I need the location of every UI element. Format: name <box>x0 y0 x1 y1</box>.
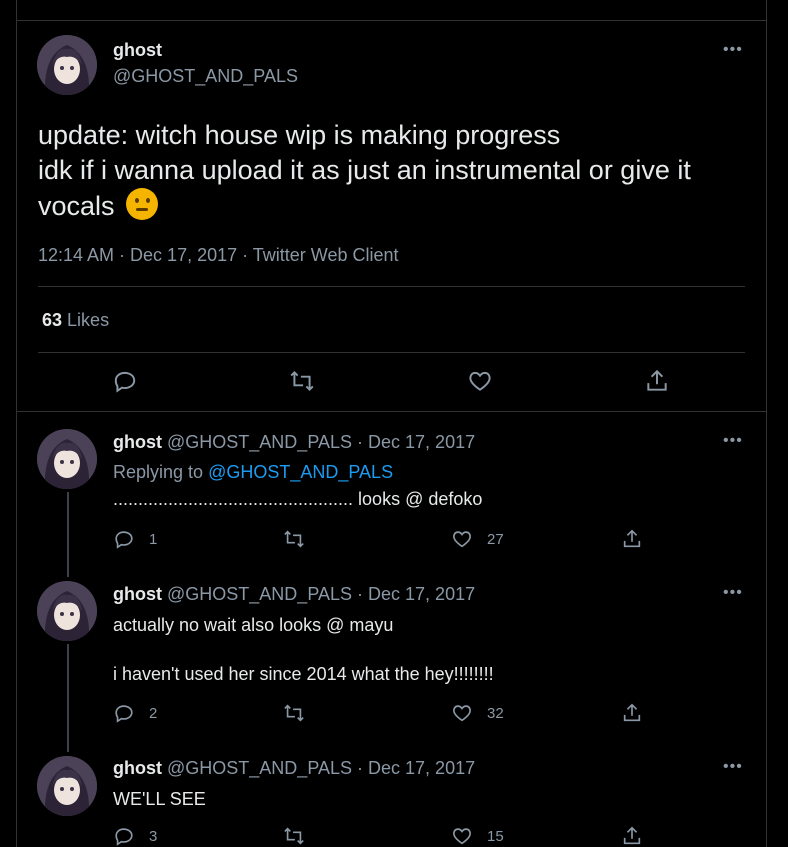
share-icon <box>623 826 641 845</box>
reply-icon <box>115 705 133 723</box>
reply-header: ghost @GHOST_AND_PALS · Dec 17, 2017 <box>113 584 475 605</box>
replying-prefix: Replying to <box>113 462 204 482</box>
reply-date[interactable]: · Dec 17, 2017 <box>357 432 475 452</box>
author-name[interactable]: ghost <box>113 584 162 604</box>
reply-text-2: i haven't used her since 2014 what the h… <box>113 664 494 684</box>
author-handle[interactable]: @GHOST_AND_PALS <box>167 432 352 452</box>
retweet-icon[interactable] <box>289 368 315 394</box>
author-handle[interactable]: @GHOST_AND_PALS <box>167 584 352 604</box>
divider <box>38 286 745 287</box>
like-icon <box>453 705 471 722</box>
retweet-button[interactable] <box>283 825 305 847</box>
tweet-timestamp[interactable]: 12:14 AM · Dec 17, 2017 · Twitter Web Cl… <box>38 245 399 266</box>
avatar[interactable] <box>37 35 97 95</box>
reply-header: ghost @GHOST_AND_PALS · Dec 17, 2017 <box>113 758 475 779</box>
reply-icon <box>115 531 133 549</box>
like-count: 32 <box>487 704 504 722</box>
share-button[interactable] <box>621 702 643 724</box>
more-icon[interactable]: ••• <box>723 433 743 449</box>
like-button[interactable]: 15 <box>451 825 504 847</box>
thinking-face-icon <box>126 188 159 220</box>
tweet-text: update: witch house wip is making progre… <box>38 118 758 224</box>
tweet-text-line: idk if i wanna upload it as just an inst… <box>38 155 691 185</box>
avatar-image <box>37 756 97 816</box>
share-icon <box>623 703 641 722</box>
top-divider <box>17 20 766 21</box>
avatar[interactable] <box>37 429 97 489</box>
reply-text: ........................................… <box>113 489 483 509</box>
like-button[interactable]: 27 <box>451 528 504 550</box>
reply-count: 1 <box>149 530 158 548</box>
reply-count: 2 <box>149 704 158 722</box>
timeline-column: ghost @GHOST_AND_PALS ••• update: witch … <box>16 0 767 847</box>
author-name[interactable]: ghost <box>113 40 162 61</box>
reply-button[interactable]: 1 <box>113 528 157 550</box>
like-icon <box>453 531 471 548</box>
divider <box>17 411 766 412</box>
retweet-button[interactable] <box>283 528 305 550</box>
reply-count: 3 <box>149 827 158 845</box>
avatar-image <box>37 35 97 95</box>
reply-header: ghost @GHOST_AND_PALS · Dec 17, 2017 <box>113 432 475 453</box>
like-icon[interactable] <box>467 368 493 394</box>
retweet-icon <box>284 827 304 845</box>
author-handle[interactable]: @GHOST_AND_PALS <box>167 758 352 778</box>
share-icon[interactable] <box>644 368 670 394</box>
more-icon[interactable]: ••• <box>723 759 743 775</box>
reply-text: WE'LL SEE <box>113 789 206 809</box>
reply-date[interactable]: · Dec 17, 2017 <box>357 584 475 604</box>
like-icon <box>453 828 471 845</box>
author-name[interactable]: ghost <box>113 432 162 452</box>
retweet-button[interactable] <box>283 702 305 724</box>
reply-icon[interactable] <box>112 368 138 394</box>
replying-handle-link[interactable]: @GHOST_AND_PALS <box>208 462 393 482</box>
likes-number: 63 <box>42 310 63 330</box>
more-icon[interactable]: ••• <box>723 585 743 601</box>
thread-line <box>67 492 69 577</box>
retweet-icon <box>284 530 304 548</box>
like-button[interactable]: 32 <box>451 702 504 724</box>
like-count: 15 <box>487 827 504 845</box>
divider <box>38 352 745 353</box>
avatar-image <box>37 429 97 489</box>
reply-date[interactable]: · Dec 17, 2017 <box>357 758 475 778</box>
avatar[interactable] <box>37 756 97 816</box>
reply-icon <box>115 828 133 846</box>
reply-button[interactable]: 2 <box>113 702 157 724</box>
retweet-icon <box>284 704 304 722</box>
share-icon <box>623 529 641 548</box>
reply-text: actually no wait also looks @ mayu <box>113 615 394 635</box>
tweet-text-line: update: witch house wip is making progre… <box>38 120 561 150</box>
tweet-text-line: vocals <box>38 191 115 221</box>
likes-label: Likes <box>67 310 110 330</box>
more-icon[interactable]: ••• <box>723 42 743 58</box>
author-handle[interactable]: @GHOST_AND_PALS <box>113 66 298 87</box>
like-count: 27 <box>487 530 504 548</box>
avatar-image <box>37 581 97 641</box>
avatar[interactable] <box>37 581 97 641</box>
replying-to: Replying to @GHOST_AND_PALS <box>113 462 393 483</box>
tweet-text-line-3: vocals <box>38 188 758 224</box>
share-button[interactable] <box>621 825 643 847</box>
reply-button[interactable]: 3 <box>113 825 157 847</box>
likes-count[interactable]: 63 Likes <box>42 310 109 331</box>
share-button[interactable] <box>621 528 643 550</box>
author-name[interactable]: ghost <box>113 758 162 778</box>
thread-line <box>67 644 69 752</box>
